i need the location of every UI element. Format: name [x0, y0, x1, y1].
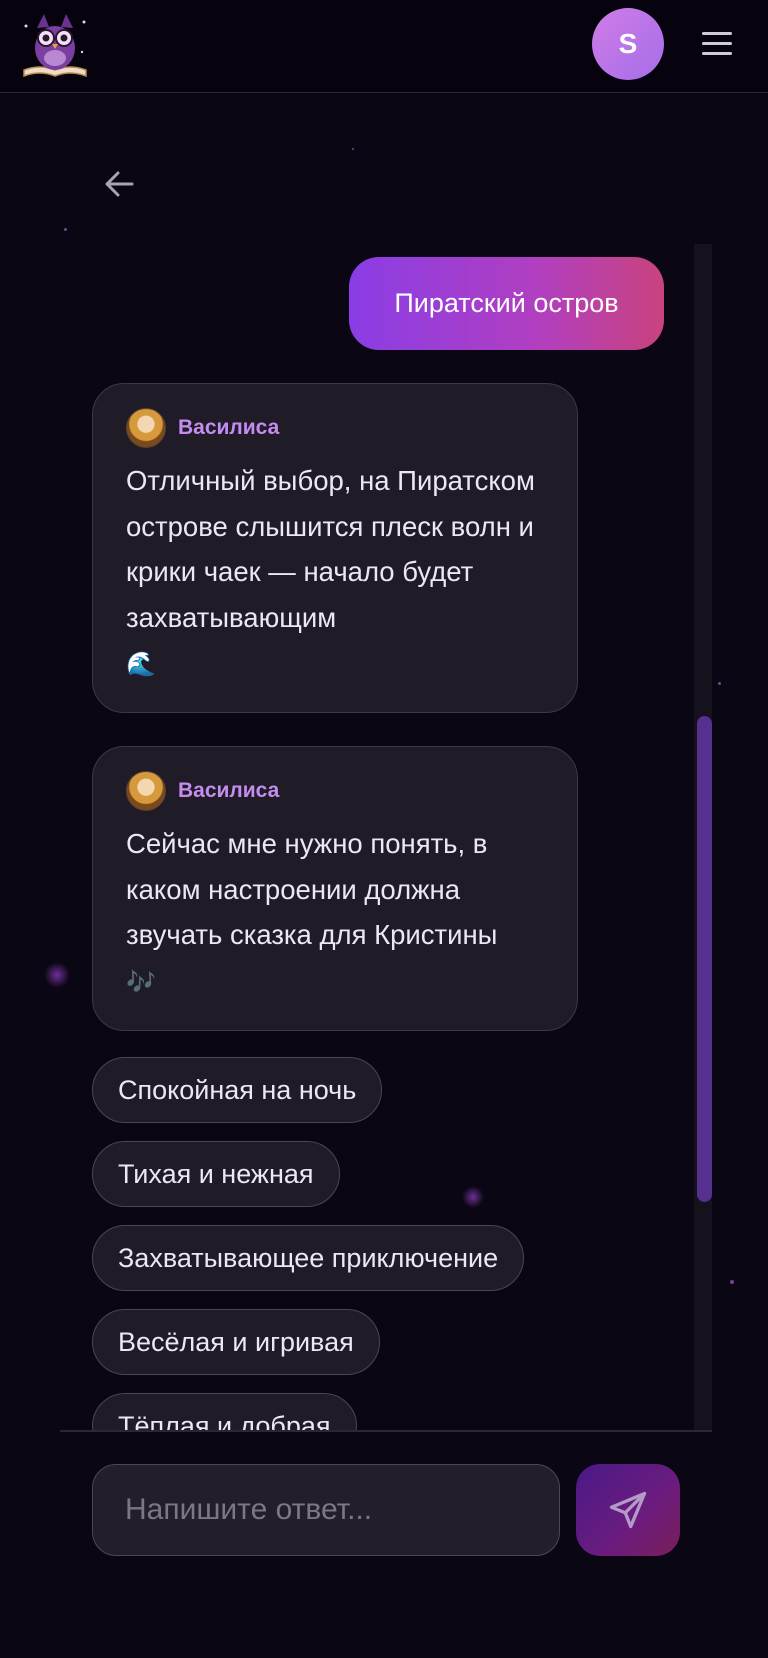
profile-avatar-button[interactable]: S — [592, 8, 664, 80]
wave-emoji: 🌊 — [126, 651, 156, 678]
assistant-message-text: Сейчас мне нужно понять, в каком настрое… — [126, 821, 547, 1005]
paper-plane-icon — [609, 1491, 647, 1529]
assistant-name: Василиса — [178, 779, 280, 802]
hamburger-icon[interactable] — [696, 26, 736, 62]
mood-option-chip[interactable]: Захватывающее приключение — [92, 1225, 525, 1291]
mood-option-chip[interactable]: Спокойная на ночь — [92, 1057, 383, 1123]
assistant-message-bubble: Василиса Отличный выбор, на Пиратском ос… — [92, 383, 578, 713]
assistant-avatar — [126, 408, 166, 448]
mood-option-chip[interactable]: Тихая и нежная — [92, 1141, 340, 1207]
app-header: S — [0, 0, 768, 93]
assistant-message-body: Отличный выбор, на Пиратском острове слы… — [126, 465, 535, 633]
star-dot — [352, 148, 354, 150]
send-button[interactable] — [576, 1464, 680, 1556]
composer-divider — [60, 1430, 712, 1432]
star-dot — [64, 228, 67, 231]
owl-on-book-icon[interactable] — [18, 8, 92, 82]
chat-scrollbar-thumb[interactable] — [697, 716, 712, 1202]
star-dot — [730, 1280, 734, 1284]
reply-input[interactable] — [92, 1464, 560, 1556]
user-message-bubble: Пиратский остров — [349, 257, 664, 350]
music-notes-emoji: 🎶 — [126, 968, 156, 996]
star-glow — [44, 962, 70, 988]
mood-option-chip[interactable]: Весёлая и игривая — [92, 1309, 380, 1375]
assistant-message-bubble: Василиса Сейчас мне нужно понять, в како… — [92, 746, 578, 1031]
assistant-name: Василиса — [178, 416, 280, 439]
assistant-avatar — [126, 771, 166, 811]
assistant-message-text: Отличный выбор, на Пиратском острове слы… — [126, 458, 547, 688]
assistant-header: Василиса — [126, 771, 547, 811]
star-dot — [718, 682, 721, 685]
assistant-message-body: Сейчас мне нужно понять, в каком настрое… — [126, 828, 498, 950]
assistant-header: Василиса — [126, 408, 547, 448]
star-glow — [462, 1186, 484, 1208]
arrow-left-icon[interactable] — [100, 166, 140, 202]
